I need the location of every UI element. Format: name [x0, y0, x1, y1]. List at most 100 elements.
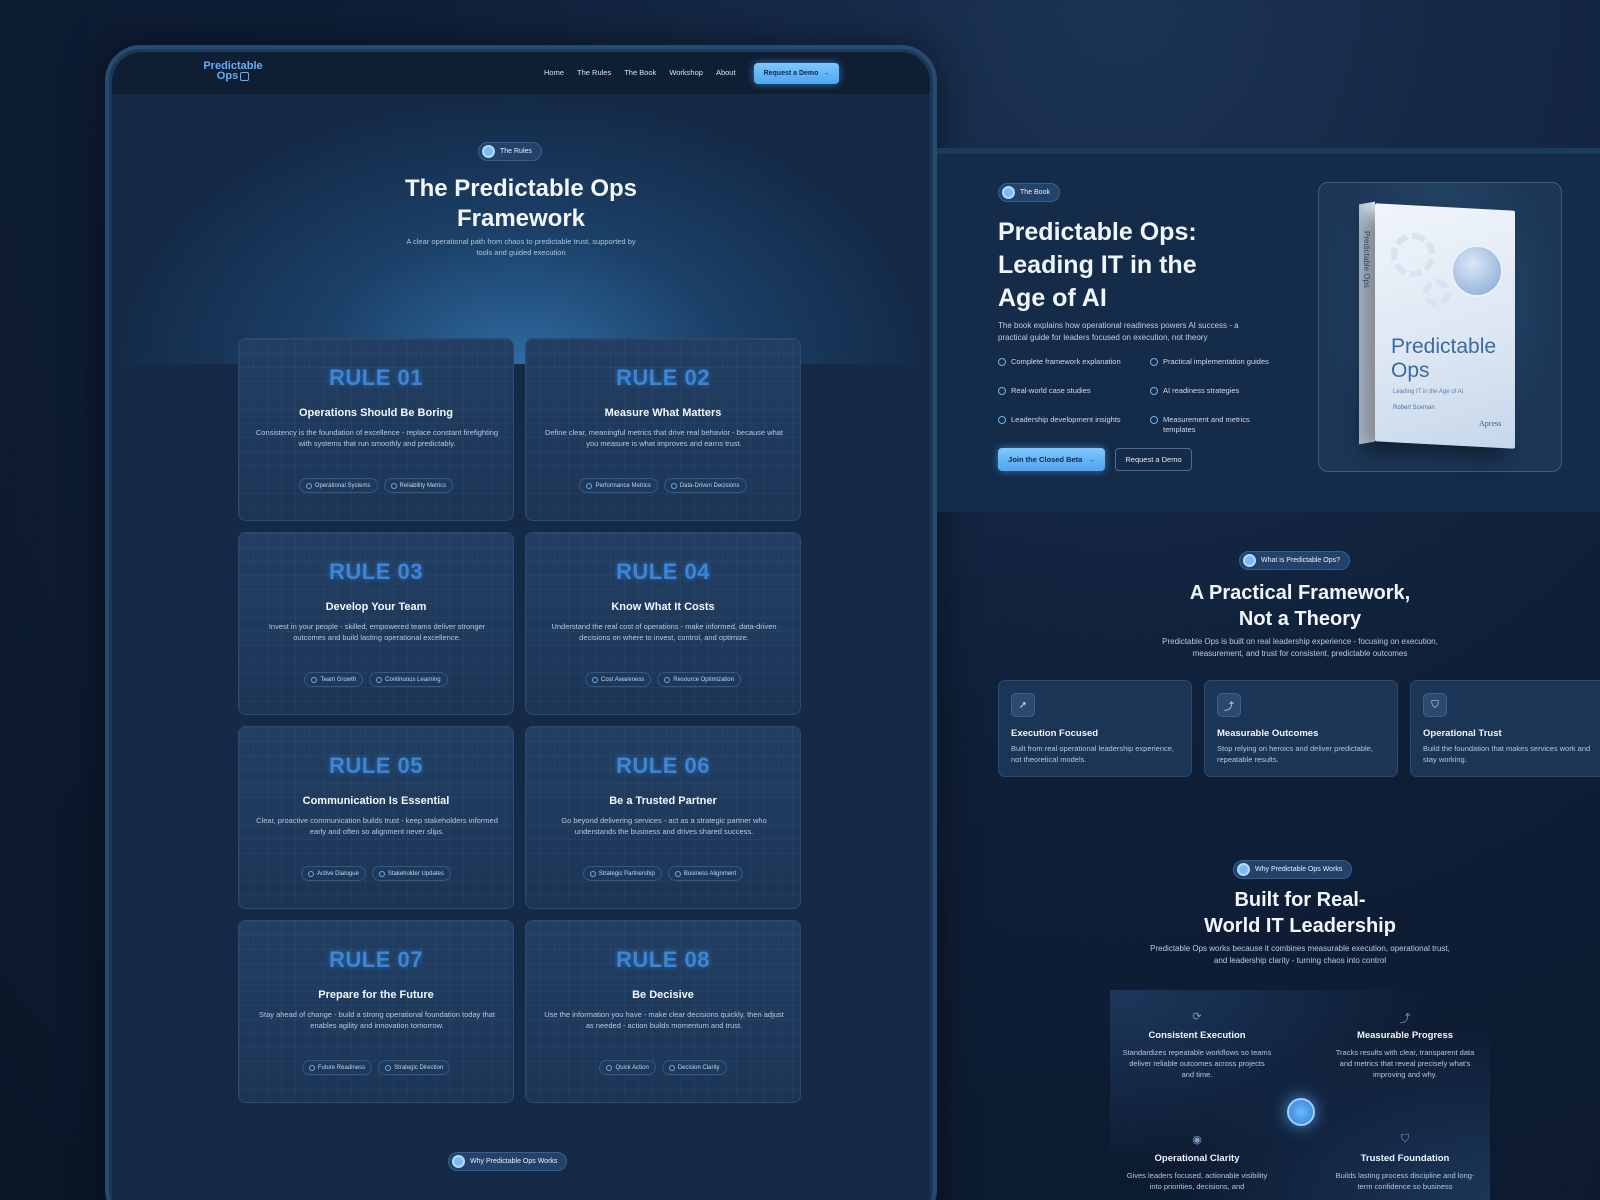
- value-card-desc: Built from real operational leadership e…: [1011, 744, 1175, 764]
- title-line1: The Predictable Ops: [404, 175, 638, 202]
- why-item-title: Trusted Foundation: [1360, 1153, 1450, 1164]
- nav-link-home[interactable]: Home: [544, 68, 564, 77]
- check-icon: [1150, 387, 1158, 395]
- rule-tag: Strategic Direction: [378, 1060, 451, 1075]
- chart-icon: ⤴: [1217, 693, 1241, 717]
- logo[interactable]: Predictable Ops: [198, 61, 268, 82]
- rule-card: RULE 01 Operations Should Be Boring Consis…: [238, 338, 514, 521]
- pill-dot-icon: [482, 145, 495, 158]
- nav-link-book[interactable]: The Book: [624, 68, 656, 77]
- title-line2: Framework: [456, 205, 586, 232]
- tag-icon: [674, 870, 681, 877]
- page-title: The Predictable Ops Framework: [112, 174, 930, 234]
- rule-title: Communication Is Essential: [302, 795, 450, 807]
- why-item: ⟳ Consistent Execution Standardizes repe…: [1122, 1010, 1272, 1080]
- nav-link-workshop[interactable]: Workshop: [669, 68, 703, 77]
- logo-line2: Ops: [216, 70, 239, 82]
- rule-number: RULE 07: [329, 947, 423, 972]
- nav-link-rules[interactable]: The Rules: [577, 68, 611, 77]
- why-item-title: Consistent Execution: [1148, 1030, 1246, 1041]
- rule-number: RULE 05: [329, 753, 423, 778]
- gear-icon: [1391, 233, 1435, 277]
- why-pill: Why Predictable Ops Works: [1233, 860, 1353, 879]
- rule-tag: Resource Optimization: [657, 672, 741, 687]
- rule-tags: Active Dialogue Stakeholder Updates: [239, 866, 513, 881]
- rule-tag: Quick Action: [599, 1060, 656, 1075]
- nav-link-about[interactable]: About: [716, 68, 736, 77]
- rule-title: Know What It Costs: [611, 601, 715, 613]
- why-item: ⤴ Measurable Progress Tracks results wit…: [1330, 1010, 1480, 1080]
- feature-item: AI readiness strategies: [1150, 386, 1285, 396]
- book-image: Predictable Ops Predictable Ops Leading …: [1318, 182, 1562, 472]
- feature-item: Real-world case studies: [998, 386, 1133, 396]
- rules-page-screen: Predictable Ops Home The Rules The Book …: [112, 52, 930, 1200]
- request-demo-secondary-button[interactable]: Request a Demo: [1115, 448, 1192, 471]
- value-card: ⤴ Measurable Outcomes Stop relying on he…: [1204, 680, 1398, 777]
- feature-item: Leadership development insights: [998, 415, 1133, 425]
- tag-icon: [385, 1064, 392, 1071]
- rule-tag-label: Active Dialogue: [317, 870, 359, 877]
- rule-tag: Performance Metrics: [579, 478, 658, 493]
- what-title-line2: Not a Theory: [1238, 608, 1362, 630]
- rule-tag-label: Data-Driven Decisions: [679, 482, 740, 489]
- rule-description: Go beyond delivering services - act as a…: [561, 816, 767, 836]
- tag-icon: [668, 1064, 675, 1071]
- cover-author: Robert Sceman: [1393, 405, 1435, 411]
- pill-dot-icon: [1243, 554, 1256, 567]
- request-demo-button[interactable]: Request a Demo →: [754, 63, 839, 84]
- feature-label: Measurement and metrics templates: [1163, 415, 1250, 434]
- tag-icon: [589, 870, 596, 877]
- why-title: Built for Real- World IT Leadership: [1100, 887, 1500, 939]
- arrow-right-icon: →: [1087, 455, 1095, 464]
- value-card: ⛉ Operational Trust Build the foundation…: [1410, 680, 1600, 777]
- rule-tag-label: Future Readiness: [317, 1064, 366, 1071]
- why-title-line1: Built for Real-: [1234, 889, 1366, 911]
- tag-icon: [305, 482, 312, 489]
- tag-icon: [664, 676, 671, 683]
- why-pill-label: Why Predictable Ops Works: [1255, 866, 1343, 873]
- rule-description: Clear, proactive communication builds tr…: [256, 816, 498, 836]
- why-title-line2: World IT Leadership: [1204, 915, 1396, 937]
- why-item: ◉ Operational Clarity Gives leaders focu…: [1122, 1133, 1272, 1192]
- rule-tags: Team Growth Continuous Learning: [239, 672, 513, 687]
- pill-dot-icon: [452, 1155, 465, 1168]
- rule-tags: Quick Action Decision Clarity: [526, 1060, 800, 1075]
- rule-card: RULE 03 Develop Your Team Invest in your p…: [238, 532, 514, 715]
- shield-icon: ⛉: [1423, 693, 1447, 717]
- pill-dot-icon: [1002, 186, 1015, 199]
- rule-tag: Continuous Learning: [369, 672, 448, 687]
- feature-label: Real-world case studies: [1011, 386, 1091, 395]
- tag-icon: [308, 870, 315, 877]
- feature-label: AI readiness strategies: [1163, 386, 1240, 395]
- book-spine-text: Predictable Ops: [1362, 231, 1371, 288]
- rule-title: Prepare for the Future: [318, 989, 434, 1001]
- what-title: A Practical Framework, Not a Theory: [1100, 580, 1500, 632]
- rule-tags: Performance Metrics Data-Driven Decisions: [526, 478, 800, 493]
- rule-title: Operations Should Be Boring: [298, 407, 453, 419]
- check-icon: [998, 358, 1006, 366]
- rule-tag: Team Growth: [304, 672, 364, 687]
- join-beta-button[interactable]: Join the Closed Beta →: [998, 448, 1105, 471]
- value-card: ➚ Execution Focused Built from real oper…: [998, 680, 1192, 777]
- tag-icon: [376, 676, 383, 683]
- cover-subtitle: Leading IT in the Age of AI: [1393, 389, 1464, 395]
- rule-tag: Operational Systems: [298, 478, 378, 493]
- feature-label: Practical implementation guides: [1163, 357, 1269, 366]
- hero-subtitle: A clear operational path from chaos to p…: [406, 237, 636, 257]
- check-icon: [1150, 358, 1158, 366]
- feature-item: Measurement and metrics templates: [1150, 415, 1275, 435]
- rule-number: RULE 08: [616, 947, 710, 972]
- cover-title-line1: Predictable: [1391, 335, 1497, 358]
- rule-number: RULE 03: [329, 559, 423, 584]
- arrow-right-icon: →: [822, 70, 830, 77]
- rule-tag: Data-Driven Decisions: [663, 478, 747, 493]
- rule-tag-label: Cost Awareness: [601, 676, 645, 683]
- tag-icon: [606, 1064, 613, 1071]
- rule-card: RULE 08 Be Decisive Use the information yo…: [525, 920, 801, 1103]
- hero-pill-label: The Rules: [500, 148, 532, 155]
- rule-tag-label: Quick Action: [615, 1064, 649, 1071]
- hub-logo-icon: [1287, 1098, 1315, 1126]
- tag-icon: [670, 482, 677, 489]
- what-pill: What is Predictable Ops?: [1239, 551, 1350, 570]
- tag-icon: [586, 482, 593, 489]
